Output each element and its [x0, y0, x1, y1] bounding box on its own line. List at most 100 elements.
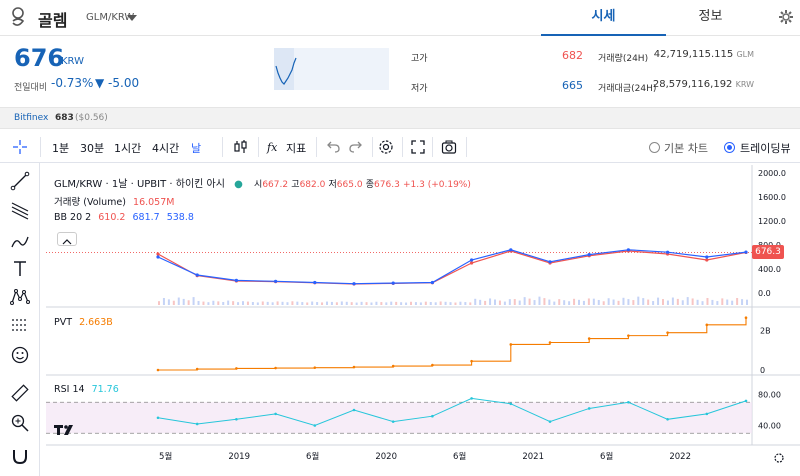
- camera-icon[interactable]: [441, 139, 457, 155]
- volume-bar: [197, 300, 200, 305]
- volume-bar: [395, 301, 398, 305]
- interval-1h[interactable]: 1시간: [114, 140, 141, 156]
- pvt-point: [195, 367, 199, 371]
- ruler-icon[interactable]: [10, 383, 30, 403]
- volume-bar: [177, 297, 180, 305]
- volume-bar: [291, 301, 294, 305]
- rsi-point: [548, 420, 552, 423]
- interval-4h[interactable]: 4시간: [152, 140, 179, 156]
- magnet-icon[interactable]: [10, 446, 30, 466]
- emoji-icon[interactable]: [10, 345, 30, 365]
- pvt-legend: PVT 2.663B: [54, 317, 113, 328]
- candle-style-icon[interactable]: [233, 139, 249, 155]
- volume-bar: [345, 301, 348, 305]
- rsi-point: [470, 397, 473, 400]
- redo-icon[interactable]: [348, 139, 364, 155]
- basic-chart-label[interactable]: 기본 차트: [664, 140, 708, 156]
- crosshair-icon[interactable]: [12, 139, 28, 155]
- volume-bar: [662, 299, 664, 305]
- volume-bar: [696, 299, 699, 305]
- volume-bar: [222, 301, 225, 305]
- pattern-icon[interactable]: [10, 287, 30, 307]
- volume-bar: [469, 302, 472, 305]
- rsi-point: [744, 399, 748, 403]
- interval-day[interactable]: 날: [191, 140, 201, 156]
- volume-bar: [479, 299, 482, 305]
- zoom-in-icon[interactable]: [10, 413, 30, 433]
- volume-bar: [494, 299, 496, 305]
- prediction-icon[interactable]: [10, 315, 30, 335]
- amount-number: 28,579,116,192: [652, 79, 733, 90]
- volume-bar: [647, 299, 650, 305]
- rsi-legend-value: 71.76: [91, 384, 119, 395]
- volume-bar: [380, 302, 383, 305]
- time-axis-label: 5월: [159, 451, 172, 462]
- collapse-legend-button[interactable]: [57, 232, 77, 246]
- volume-bar: [503, 301, 506, 305]
- indicators-button[interactable]: 지표: [286, 140, 306, 156]
- volume-bar: [232, 301, 235, 305]
- time-axis-label: 6월: [306, 451, 319, 462]
- trading-chart[interactable]: 2000.01600.01200.0800.0400.00.02B080.004…: [46, 165, 800, 476]
- rsi-axis-label: 40.00: [758, 422, 781, 431]
- volume-number: 42,719,115.115: [653, 49, 734, 60]
- volume-bar: [276, 301, 279, 305]
- volume-bar: [642, 298, 645, 305]
- volume-bar: [533, 300, 536, 305]
- pvt-point: [705, 323, 709, 327]
- volume-bar: [271, 302, 274, 305]
- rsi-legend: RSI 14 71.76: [54, 384, 119, 395]
- volume-bar: [251, 302, 254, 305]
- gear-icon[interactable]: [778, 9, 794, 25]
- rsi-point: [352, 408, 356, 412]
- brush-icon[interactable]: [10, 231, 30, 251]
- volume-bar: [736, 297, 739, 305]
- trading-view-radio[interactable]: [724, 142, 735, 153]
- chart-settings-icon: [774, 453, 784, 463]
- fib-icon[interactable]: [10, 201, 30, 221]
- exchange-bar: Bitfinex 683 ($0.56): [0, 107, 800, 129]
- volume-bar: [454, 302, 457, 305]
- undo-icon[interactable]: [325, 139, 341, 155]
- text-icon[interactable]: [10, 259, 30, 279]
- volume-bar: [321, 302, 324, 305]
- bb-legend-label: BB 20 2: [54, 212, 92, 223]
- volume-bar: [474, 298, 477, 305]
- volume-bar: [335, 302, 338, 305]
- change-label: 전일대비: [14, 83, 48, 93]
- volume-bar: [400, 302, 403, 305]
- volume-bar: [746, 299, 748, 305]
- volume-bar: [227, 300, 230, 305]
- time-axis-label: 2020: [375, 452, 397, 462]
- bb-point: [352, 282, 356, 286]
- chevron-down-icon[interactable]: [127, 15, 137, 21]
- pvt-point: [313, 366, 317, 369]
- volume-bar: [582, 300, 585, 305]
- pvt-point: [156, 368, 160, 372]
- settings-icon[interactable]: [378, 139, 394, 155]
- interval-30m[interactable]: 30분: [80, 140, 104, 156]
- rsi-point: [509, 402, 513, 406]
- bb-basis-value: 610.2: [98, 212, 126, 223]
- interval-1m[interactable]: 1분: [52, 140, 69, 156]
- low-value: 665: [562, 79, 583, 92]
- trend-line-icon[interactable]: [10, 171, 30, 191]
- trading-view-label[interactable]: 트레이딩뷰: [740, 140, 791, 156]
- exchange-name[interactable]: Bitfinex: [14, 113, 48, 123]
- drawing-toolbar: [0, 163, 40, 476]
- volume-bar: [711, 299, 714, 305]
- tab-info[interactable]: 정보: [648, 0, 773, 36]
- high-label: 고가: [411, 54, 428, 64]
- basic-chart-radio[interactable]: [649, 142, 660, 153]
- price-point: [156, 252, 160, 256]
- volume-bar: [528, 298, 531, 305]
- volume-bar: [459, 301, 462, 305]
- volume-bar: [716, 301, 719, 305]
- bb-point: [626, 248, 631, 252]
- volume-bar: [444, 301, 447, 305]
- volume-bar: [158, 301, 160, 305]
- volume-bar: [632, 300, 635, 305]
- fx-icon[interactable]: fx: [266, 139, 282, 155]
- fullscreen-icon[interactable]: [410, 139, 426, 155]
- top-header: 골렘 GLM/KRW 시세 정보: [0, 0, 800, 36]
